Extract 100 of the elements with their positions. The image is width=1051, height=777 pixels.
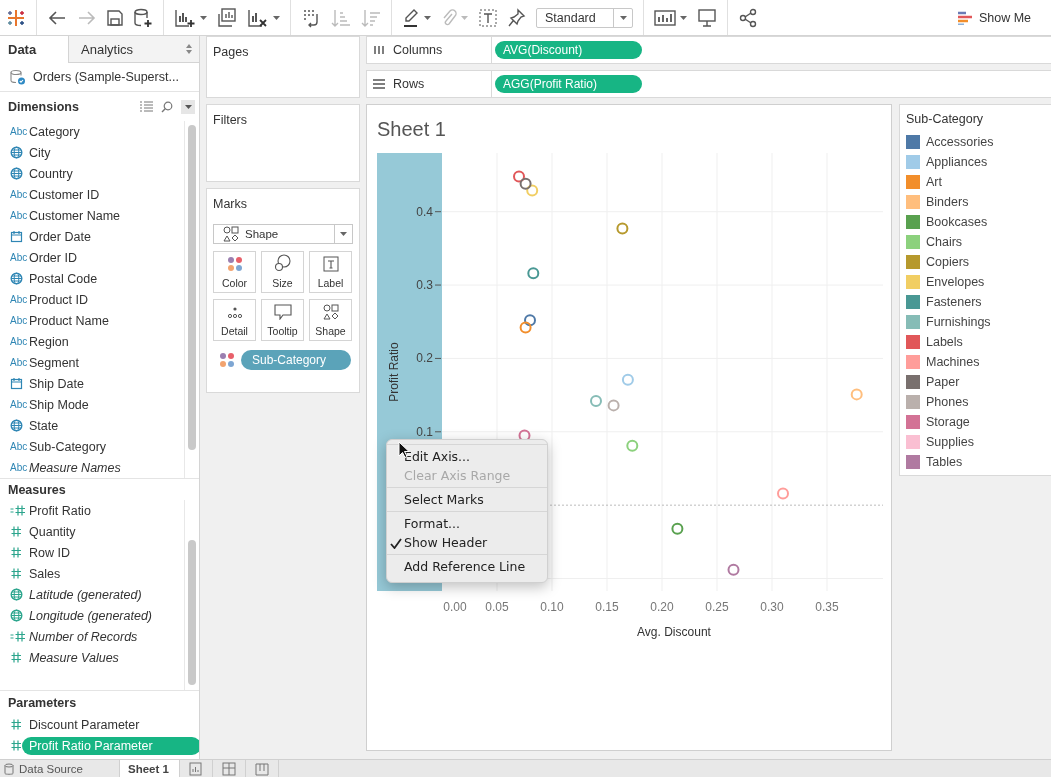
legend-swatch[interactable] (906, 455, 920, 469)
legend-swatch[interactable] (906, 175, 920, 189)
show-me-button[interactable]: Show Me (957, 8, 1031, 27)
legend-label[interactable]: Phones (926, 395, 969, 409)
legend-swatch[interactable] (906, 255, 920, 269)
legend-swatch[interactable] (906, 375, 920, 389)
data-point[interactable] (519, 321, 532, 334)
menu-item[interactable]: Show Header (387, 533, 547, 552)
field-item[interactable]: Segment (29, 353, 86, 372)
data-point[interactable] (727, 563, 740, 576)
field-item[interactable]: Region (29, 332, 75, 351)
legend-swatch[interactable] (906, 415, 920, 429)
chart-layout-icon[interactable] (654, 7, 676, 28)
legend-label[interactable]: Bookcases (926, 215, 988, 229)
data-point[interactable] (671, 522, 684, 535)
data-point[interactable] (519, 177, 532, 190)
field-item[interactable]: Longitude (generated) (29, 606, 158, 625)
dropdown-button[interactable] (181, 99, 195, 114)
new-story-icon[interactable] (254, 761, 269, 776)
field-item[interactable]: Postal Code (29, 269, 104, 288)
field-item[interactable]: Quantity (29, 522, 82, 541)
field-item[interactable]: Number of Records (29, 627, 144, 646)
marks-button[interactable]: Shape (309, 299, 352, 341)
legend-label[interactable]: Tables (926, 455, 963, 469)
field-item[interactable]: Measure Values (29, 648, 125, 667)
legend-label[interactable]: Binders (926, 195, 969, 209)
legend-swatch[interactable] (906, 355, 920, 369)
caret-icon[interactable] (200, 15, 207, 20)
field-item[interactable]: Customer Name (29, 206, 126, 225)
marks-button[interactable]: Color (213, 251, 256, 293)
mark-type-dropdown[interactable]: Standard (536, 7, 633, 28)
legend-swatch[interactable] (906, 315, 920, 329)
caret-icon[interactable] (424, 15, 431, 20)
legend-swatch[interactable] (906, 435, 920, 449)
field-item[interactable]: Order Date (29, 227, 97, 246)
field-item[interactable]: Country (29, 164, 79, 183)
menu-item[interactable]: Add Reference Line (387, 557, 547, 576)
marks-button[interactable]: Label (309, 251, 352, 293)
legend-label[interactable]: Furnishings (926, 315, 991, 329)
legend-swatch[interactable] (906, 395, 920, 409)
save-icon[interactable] (107, 9, 123, 26)
presentation-icon[interactable] (697, 7, 717, 28)
field-item[interactable]: Customer ID (29, 185, 106, 204)
marks-button[interactable]: Tooltip (261, 299, 304, 341)
data-point[interactable] (524, 314, 536, 327)
field-item[interactable]: Ship Mode (29, 395, 95, 414)
database-plus-icon[interactable] (133, 7, 153, 28)
data-point[interactable] (777, 487, 789, 500)
data-source-name[interactable]: Orders (Sample-Superst... (33, 70, 179, 84)
sheet-tab[interactable]: Sheet 1 (120, 760, 180, 777)
data-point[interactable] (527, 267, 540, 280)
menu-item[interactable]: Edit Axis... (387, 447, 547, 466)
field-item[interactable]: Sub-Category (29, 437, 113, 456)
legend-label[interactable]: Copiers (926, 255, 970, 269)
menu-item[interactable]: Select Marks (387, 490, 547, 509)
back-arrow-icon[interactable] (47, 8, 67, 27)
list-view-icon[interactable] (140, 101, 153, 112)
legend-label[interactable]: Art (926, 175, 942, 189)
sort-descending-icon[interactable] (361, 7, 381, 28)
data-point[interactable] (607, 399, 620, 412)
legend-label[interactable]: Chairs (926, 235, 963, 249)
legend-swatch[interactable] (906, 155, 920, 169)
field-item[interactable]: Row ID (29, 543, 76, 562)
field-item[interactable]: Product ID (29, 290, 95, 309)
field-item[interactable]: Category (29, 122, 86, 141)
highlighter-icon[interactable] (402, 7, 420, 28)
legend-label[interactable]: Appliances (926, 155, 988, 169)
caret-icon[interactable] (184, 104, 192, 109)
caret-icon[interactable] (619, 15, 627, 20)
legend-swatch[interactable] (906, 275, 920, 289)
marks-button[interactable]: Detail (213, 299, 256, 341)
search-icon[interactable] (161, 100, 173, 113)
caret-icon[interactable] (680, 15, 687, 20)
clear-chart-icon[interactable] (247, 7, 269, 28)
field-item[interactable]: City (29, 143, 57, 162)
field-item[interactable]: State (29, 416, 65, 435)
new-dashboard-icon[interactable] (221, 761, 236, 776)
marks-button[interactable]: Size (261, 251, 304, 293)
data-point[interactable] (616, 222, 629, 235)
forward-arrow-icon[interactable] (77, 8, 97, 27)
field-item[interactable]: Latitude (generated) (29, 585, 148, 604)
legend-label[interactable]: Machines (926, 355, 980, 369)
legend-swatch[interactable] (906, 215, 920, 229)
legend-label[interactable]: Supplies (926, 435, 974, 449)
cross-logo-icon[interactable] (6, 7, 26, 28)
field-item[interactable]: Sales (29, 564, 67, 583)
caret-icon[interactable] (340, 232, 347, 236)
field-item[interactable]: Measure Names (29, 458, 127, 477)
legend-label[interactable]: Accessories (926, 135, 994, 149)
menu-item[interactable]: Format... (387, 514, 547, 533)
mark-type-dropdown[interactable]: Shape (213, 224, 353, 244)
field-item[interactable]: Profit Ratio (29, 501, 97, 520)
scrollbar-thumb[interactable] (188, 125, 196, 450)
legend-label[interactable]: Labels (926, 335, 963, 349)
text-box-icon[interactable] (478, 7, 498, 28)
sort-ascending-icon[interactable] (331, 7, 351, 28)
legend-swatch[interactable] (906, 335, 920, 349)
share-icon[interactable] (738, 7, 758, 28)
legend-label[interactable]: Fasteners (926, 295, 982, 309)
paperclip-icon[interactable] (441, 7, 457, 28)
